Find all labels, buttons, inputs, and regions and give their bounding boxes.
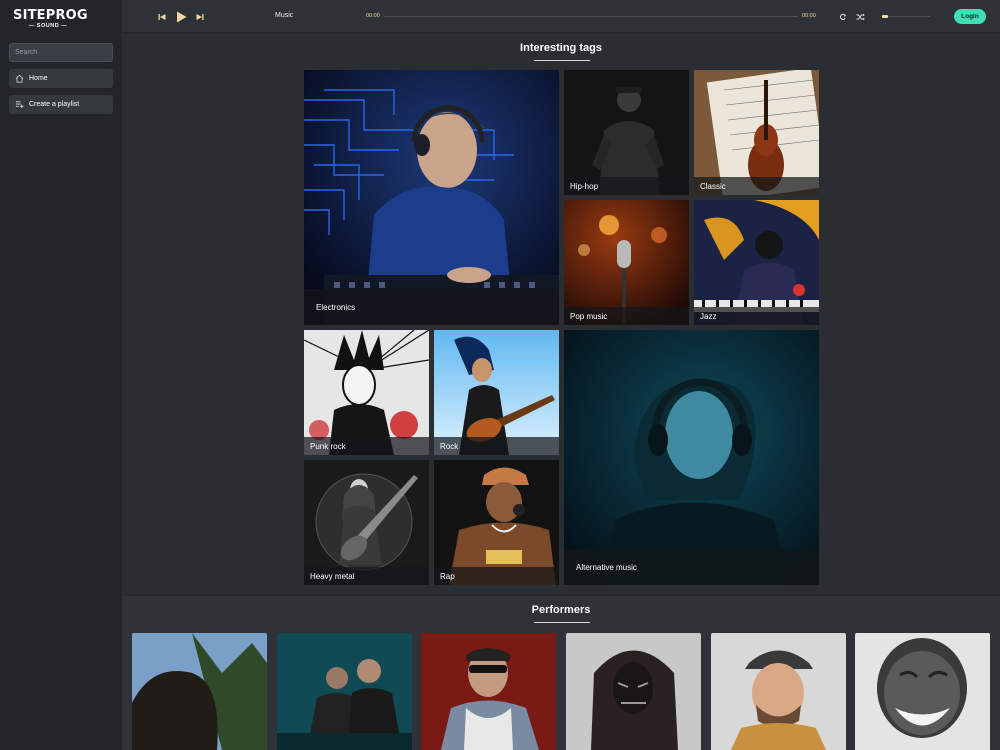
repeat-icon <box>839 13 847 20</box>
performer-image <box>711 633 846 750</box>
electronics-image <box>304 70 559 325</box>
performer-card[interactable] <box>855 633 990 750</box>
tag-tile-electronics[interactable]: Electronics <box>304 70 559 325</box>
skip-previous-button[interactable] <box>156 0 168 33</box>
tag-label: Rap <box>434 567 559 585</box>
tag-label: Hip-hop <box>564 177 689 195</box>
tag-tile-classic[interactable]: Classic <box>694 70 819 195</box>
progress-bar[interactable] <box>384 16 798 17</box>
sidebar-item-home[interactable]: Home <box>9 69 113 88</box>
alternative-music-image <box>564 330 819 585</box>
tags-section <box>122 34 1000 594</box>
player-bar: Music 00:00 00:00 Login <box>122 0 1000 33</box>
tags-title: Interesting tags <box>520 42 602 54</box>
sidebar-item-create-playlist[interactable]: Create a playlist <box>9 95 113 114</box>
tag-tile-punk-rock[interactable]: Punk rock <box>304 330 429 455</box>
tag-tile-alternative-music[interactable]: Alternative music <box>564 330 819 585</box>
tag-label: Rock <box>434 437 559 455</box>
shuffle-icon <box>856 13 865 20</box>
total-time: 00:00 <box>802 13 816 19</box>
performer-card[interactable] <box>421 633 556 750</box>
sidebar: SITEPROG — SOUND — Home Create a playlis… <box>0 0 122 750</box>
tag-tile-hip-hop[interactable]: Hip-hop <box>564 70 689 195</box>
shuffle-button[interactable] <box>854 0 866 33</box>
search-input[interactable] <box>9 43 113 62</box>
performer-image <box>566 633 701 750</box>
logo-text: SITEPROG <box>13 8 88 23</box>
playlist-add-icon <box>15 101 24 109</box>
performer-card[interactable] <box>277 633 412 750</box>
tag-tile-rock[interactable]: Rock <box>434 330 559 455</box>
play-icon <box>176 11 186 22</box>
tag-tile-pop-music[interactable]: Pop music <box>564 200 689 325</box>
performers-title: Performers <box>531 604 591 616</box>
tag-tile-jazz[interactable]: Jazz <box>694 200 819 325</box>
track-title: Music <box>275 12 294 19</box>
home-icon <box>15 74 24 83</box>
performer-image <box>132 633 267 750</box>
tag-label: Heavy metal <box>304 567 429 585</box>
tag-tile-heavy-metal[interactable]: Heavy metal <box>304 460 429 585</box>
tag-label: Pop music <box>564 307 689 325</box>
tags-title-underline <box>534 60 590 61</box>
performer-image <box>277 633 412 750</box>
current-time: 00:00 <box>366 13 380 19</box>
tag-label: Electronics <box>304 289 559 325</box>
volume-level <box>882 15 888 18</box>
performer-card[interactable] <box>711 633 846 750</box>
tag-label: Classic <box>694 177 819 195</box>
performers-title-underline <box>534 622 590 623</box>
performer-card[interactable] <box>566 633 701 750</box>
tag-tile-rap[interactable]: Rap <box>434 460 559 585</box>
tag-label: Jazz <box>694 307 819 325</box>
volume-slider[interactable] <box>882 15 930 18</box>
skip-next-icon <box>196 13 204 20</box>
repeat-button[interactable] <box>837 0 849 33</box>
site-logo[interactable]: SITEPROG — SOUND — <box>13 8 88 29</box>
performer-card[interactable] <box>132 633 267 750</box>
login-button[interactable]: Login <box>954 9 986 24</box>
sidebar-item-label: Create a playlist <box>29 101 80 108</box>
tag-label: Punk rock <box>304 437 429 455</box>
tag-label: Alternative music <box>564 549 819 585</box>
play-button[interactable] <box>174 0 188 33</box>
skip-next-button[interactable] <box>194 0 206 33</box>
performer-image <box>421 633 556 750</box>
skip-previous-icon <box>158 13 166 20</box>
logo-subtext: — SOUND — <box>28 23 68 29</box>
sidebar-item-label: Home <box>29 75 48 82</box>
performer-image <box>855 633 990 750</box>
